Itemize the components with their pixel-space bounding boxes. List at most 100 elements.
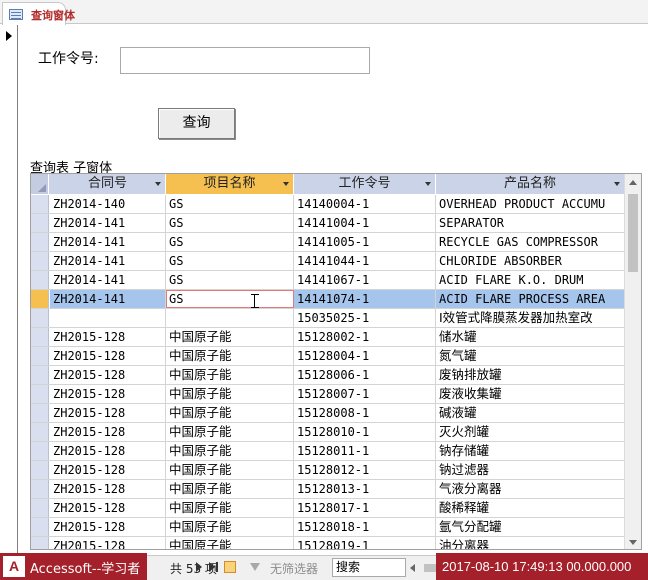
table-cell[interactable]: ZH2015-128: [50, 366, 166, 384]
table-row[interactable]: ZH2015-128 中国原子能 15128008-1 碱液罐: [31, 404, 625, 423]
table-cell[interactable]: 钠存储罐: [436, 442, 625, 460]
table-cell[interactable]: [50, 309, 166, 327]
table-cell[interactable]: ZH2014-141: [50, 271, 166, 289]
table-cell[interactable]: 14140004-1: [294, 195, 436, 213]
table-cell[interactable]: 废液收集罐: [436, 385, 625, 403]
table-cell[interactable]: ZH2014-141: [50, 233, 166, 251]
query-button[interactable]: 查询: [158, 108, 235, 139]
search-input[interactable]: 搜索: [332, 558, 406, 577]
dropdown-arrow-icon[interactable]: [283, 182, 289, 186]
table-cell[interactable]: 中国原子能: [166, 366, 294, 384]
table-cell[interactable]: [166, 309, 294, 327]
table-cell[interactable]: 酸稀释罐: [436, 499, 625, 517]
table-cell[interactable]: ZH2015-128: [50, 404, 166, 422]
row-selector[interactable]: [31, 366, 49, 384]
row-selector[interactable]: [31, 423, 49, 441]
table-cell[interactable]: 15128011-1: [294, 442, 436, 460]
column-header-contract[interactable]: 合同号: [50, 174, 166, 194]
column-header-job-number[interactable]: 工作令号: [294, 174, 436, 194]
table-row[interactable]: ZH2015-128 中国原子能 15128017-1 酸稀释罐: [31, 499, 625, 518]
table-row[interactable]: ZH2015-128 中国原子能 15128012-1 钠过滤器: [31, 461, 625, 480]
vertical-scrollbar[interactable]: [624, 174, 641, 549]
table-cell[interactable]: 氮气罐: [436, 347, 625, 365]
table-row[interactable]: ZH2015-128 中国原子能 15128019-1 油分离器: [31, 537, 625, 549]
scroll-up-icon[interactable]: [629, 180, 637, 185]
table-cell[interactable]: 15128013-1: [294, 480, 436, 498]
table-row[interactable]: ZH2014-141 GS 14141067-1 ACID FLARE K.O. DR…: [31, 271, 625, 290]
table-cell[interactable]: GS: [166, 271, 294, 289]
table-cell[interactable]: 15128010-1: [294, 423, 436, 441]
table-cell[interactable]: ZH2015-128: [50, 442, 166, 460]
table-cell[interactable]: GS: [166, 195, 294, 213]
row-selector[interactable]: [31, 518, 49, 536]
table-row[interactable]: 15035025-1 Ⅰ效管式降膜蒸发器加热室改: [31, 309, 625, 328]
row-selector[interactable]: [31, 290, 49, 308]
table-cell[interactable]: 14141044-1: [294, 252, 436, 270]
table-cell[interactable]: ZH2015-128: [50, 537, 166, 549]
table-cell[interactable]: ACID FLARE K.O. DRUM: [436, 271, 625, 289]
table-cell[interactable]: 中国原子能: [166, 461, 294, 479]
table-cell[interactable]: 15128008-1: [294, 404, 436, 422]
table-cell[interactable]: GS: [166, 214, 294, 232]
scroll-thumb[interactable]: [628, 194, 638, 272]
table-cell[interactable]: 15128006-1: [294, 366, 436, 384]
table-cell[interactable]: 14141004-1: [294, 214, 436, 232]
column-header-project[interactable]: 项目名称: [166, 174, 294, 194]
table-cell[interactable]: 15128017-1: [294, 499, 436, 517]
dropdown-arrow-icon[interactable]: [614, 182, 620, 186]
table-cell[interactable]: ZH2014-141: [50, 290, 166, 308]
table-row[interactable]: ZH2015-128 中国原子能 15128011-1 钠存储罐: [31, 442, 625, 461]
table-cell[interactable]: 灭火剂罐: [436, 423, 625, 441]
table-cell[interactable]: ZH2014-140: [50, 195, 166, 213]
next-record-icon[interactable]: [196, 562, 202, 572]
table-cell[interactable]: 15128007-1: [294, 385, 436, 403]
table-cell[interactable]: 中国原子能: [166, 480, 294, 498]
table-cell[interactable]: 中国原子能: [166, 347, 294, 365]
table-cell[interactable]: ZH2015-128: [50, 480, 166, 498]
table-cell[interactable]: GS: [166, 233, 294, 251]
dropdown-arrow-icon[interactable]: [425, 182, 431, 186]
table-cell[interactable]: 15128004-1: [294, 347, 436, 365]
table-cell[interactable]: 储水罐: [436, 328, 625, 346]
job-number-input[interactable]: [120, 47, 370, 74]
table-row[interactable]: ZH2015-128 中国原子能 15128004-1 氮气罐: [31, 347, 625, 366]
table-cell[interactable]: ZH2015-128: [50, 518, 166, 536]
new-record-icon[interactable]: [224, 561, 236, 573]
table-cell[interactable]: ZH2015-128: [50, 328, 166, 346]
table-row[interactable]: ZH2015-128 中国原子能 15128010-1 灭火剂罐: [31, 423, 625, 442]
table-cell[interactable]: 油分离器: [436, 537, 625, 549]
table-row[interactable]: ZH2014-141 GS 14141044-1 CHLORIDE ABSORBER: [31, 252, 625, 271]
row-selector[interactable]: [31, 214, 49, 232]
table-cell[interactable]: ZH2015-128: [50, 423, 166, 441]
row-selector[interactable]: [31, 499, 49, 517]
table-cell[interactable]: CHLORIDE ABSORBER: [436, 252, 625, 270]
table-cell[interactable]: 14141005-1: [294, 233, 436, 251]
row-selector[interactable]: [31, 233, 49, 251]
row-selector[interactable]: [31, 271, 49, 289]
table-cell[interactable]: ZH2014-141: [50, 252, 166, 270]
table-cell[interactable]: RECYCLE GAS COMPRESSOR: [436, 233, 625, 251]
row-selector[interactable]: [31, 347, 49, 365]
table-cell[interactable]: 钠过滤器: [436, 461, 625, 479]
table-cell[interactable]: SEPARATOR: [436, 214, 625, 232]
row-selector[interactable]: [31, 461, 49, 479]
table-cell[interactable]: 15035025-1: [294, 309, 436, 327]
table-cell[interactable]: 中国原子能: [166, 518, 294, 536]
table-row[interactable]: ZH2014-140 GS 14140004-1 OVERHEAD PRODUCT …: [31, 195, 625, 214]
table-row[interactable]: ZH2015-128 中国原子能 15128018-1 氩气分配罐: [31, 518, 625, 537]
table-cell[interactable]: 中国原子能: [166, 385, 294, 403]
table-row[interactable]: ZH2015-128 中国原子能 15128002-1 储水罐: [31, 328, 625, 347]
table-cell[interactable]: 15128012-1: [294, 461, 436, 479]
table-row[interactable]: ZH2014-141 GS 14141005-1 RECYCLE GAS COMPRE…: [31, 233, 625, 252]
table-cell[interactable]: ZH2014-141: [50, 214, 166, 232]
row-selector[interactable]: [31, 309, 49, 327]
table-cell[interactable]: 14141074-1: [294, 290, 436, 308]
row-selector[interactable]: [31, 404, 49, 422]
select-all-corner[interactable]: [31, 174, 49, 194]
row-selector[interactable]: [31, 328, 49, 346]
table-row[interactable]: ZH2014-141 GS 14141074-1 ACID FLARE PROCESS…: [31, 290, 625, 309]
row-selector[interactable]: [31, 537, 49, 549]
table-cell[interactable]: 气液分离器: [436, 480, 625, 498]
row-selector[interactable]: [31, 252, 49, 270]
dropdown-arrow-icon[interactable]: [155, 182, 161, 186]
